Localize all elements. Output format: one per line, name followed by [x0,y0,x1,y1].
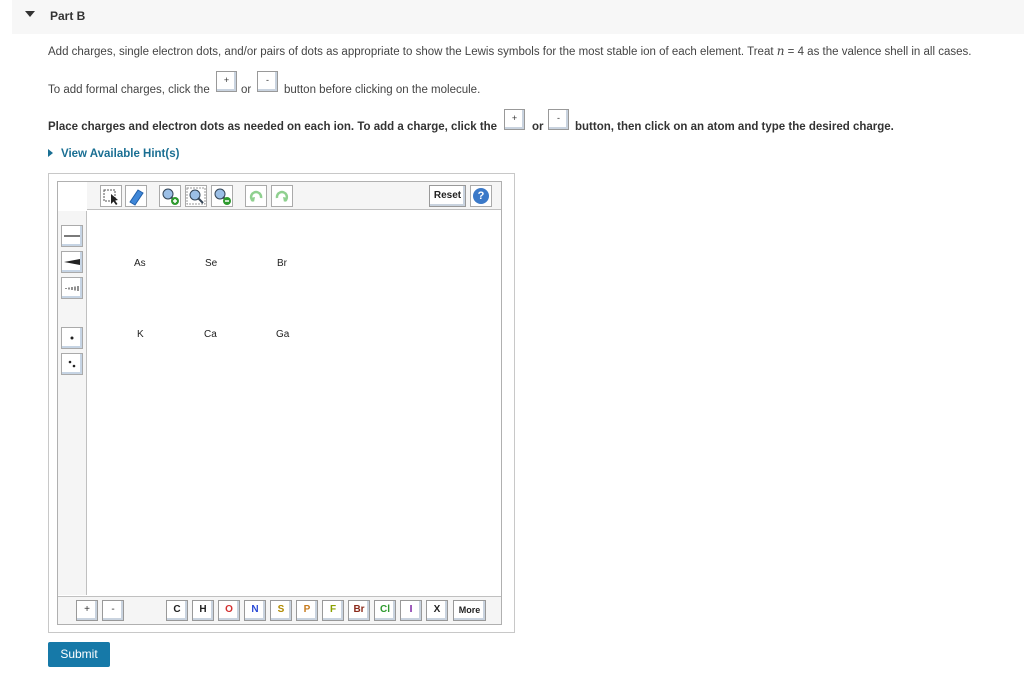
select-tool-icon[interactable] [100,185,122,207]
charge-plus-button[interactable]: + [76,600,98,621]
formal-charge-before: To add formal charges, click the [48,84,210,96]
place-or-text: or [532,121,544,133]
formal-minus-button[interactable]: - [257,71,278,92]
element-button-x[interactable]: X [426,600,448,621]
view-hints-link[interactable]: View Available Hint(s) [48,148,179,160]
formal-charge-after: button before clicking on the molecule. [284,84,481,96]
help-button[interactable]: ? [470,185,492,207]
element-button-i[interactable]: I [400,600,422,621]
place-minus-button[interactable]: - [548,109,569,130]
part-header[interactable] [12,0,1024,34]
instructions-equals: = 4 [784,46,804,58]
wedge-bond-tool-icon[interactable] [61,251,83,273]
reset-button[interactable]: Reset [429,185,466,207]
instructions-after: as the valence shell in all cases. [803,46,972,58]
formal-plus-button[interactable]: + [216,71,237,92]
formal-or-text: or [241,84,252,96]
more-elements-button[interactable]: More [453,600,486,621]
element-button-p[interactable]: P [296,600,318,621]
place-plus-button[interactable]: + [504,109,525,130]
element-button-br[interactable]: Br [348,600,370,621]
formal-charge-text: To add formal charges, click the [48,84,210,96]
hash-bond-tool-icon[interactable] [61,277,83,299]
element-button-s[interactable]: S [270,600,292,621]
part-title: Part B [50,9,86,23]
drawing-canvas[interactable] [57,181,502,625]
place-text-before: Place charges and electron dots as neede… [48,121,498,133]
redo-tool-icon[interactable] [271,185,293,207]
atom-se[interactable]: Se [205,258,217,269]
atom-br[interactable]: Br [277,258,287,269]
element-button-h[interactable]: H [192,600,214,621]
view-hints-label: View Available Hint(s) [61,148,180,160]
undo-tool-icon[interactable] [245,185,267,207]
zoom-out-tool-icon[interactable] [211,185,233,207]
instructions-before: Add charges, single electron dots, and/o… [48,46,777,58]
dot-pair-tool-icon[interactable] [61,353,83,375]
atom-as[interactable]: As [134,258,146,269]
element-button-n[interactable]: N [244,600,266,621]
single-bond-tool-icon[interactable] [61,225,83,247]
element-button-cl[interactable]: Cl [374,600,396,621]
charge-minus-button[interactable]: - [102,600,124,621]
help-icon: ? [473,188,489,204]
element-button-c[interactable]: C [166,600,188,621]
atom-ga[interactable]: Ga [276,329,289,340]
instructions-text: Add charges, single electron dots, and/o… [48,44,971,58]
element-button-f[interactable]: F [322,600,344,621]
zoom-in-tool-icon[interactable] [159,185,181,207]
single-dot-tool-icon[interactable] [61,327,83,349]
collapse-caret-icon[interactable] [25,11,35,17]
atom-ca[interactable]: Ca [204,329,217,340]
place-text-after: button, then click on an atom and type t… [575,121,894,133]
atom-k[interactable]: K [137,329,144,340]
submit-button[interactable]: Submit [48,642,110,667]
element-button-o[interactable]: O [218,600,240,621]
expand-triangle-icon [48,149,53,157]
eraser-tool-icon[interactable] [125,185,147,207]
zoom-fit-tool-icon[interactable] [185,185,207,207]
